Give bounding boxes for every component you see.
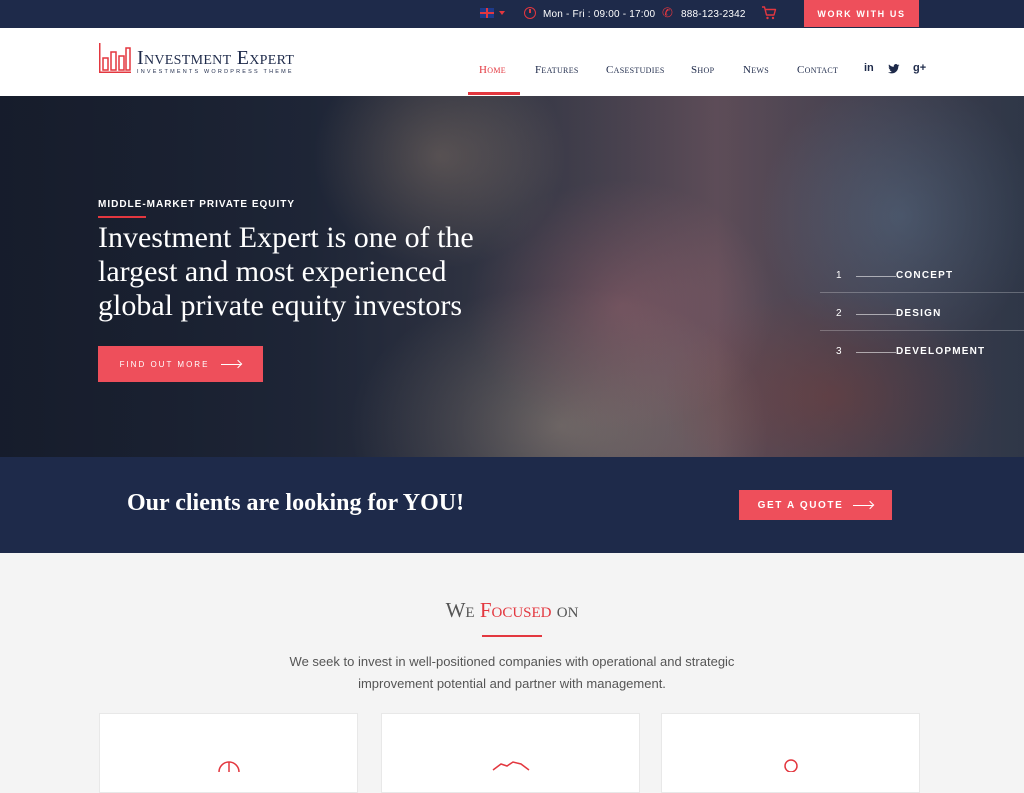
step-number: 3 <box>836 346 843 357</box>
uk-flag-icon[interactable] <box>480 8 494 18</box>
nav-active-indicator <box>468 92 520 95</box>
arrow-right-icon <box>853 504 874 506</box>
logo-subtitle: INVESTMENTS WORDPRESS THEME <box>137 69 294 75</box>
nav-casestudies[interactable]: Casestudies <box>606 64 665 76</box>
quote-bar-text: Our clients are looking for YOU! <box>127 490 465 516</box>
find-out-more-button[interactable]: FIND OUT MORE <box>98 346 263 382</box>
feature-card[interactable] <box>99 713 358 793</box>
cart-icon[interactable] <box>761 6 777 20</box>
title-accent: Focused <box>479 598 552 622</box>
google-plus-icon[interactable]: g+ <box>913 62 926 74</box>
section-divider <box>482 635 542 637</box>
kicker-divider <box>98 216 146 218</box>
clock-icon <box>524 7 536 19</box>
title-prefix: We <box>445 598 475 622</box>
find-out-more-label: FIND OUT MORE <box>119 359 210 369</box>
title-suffix: on <box>556 598 579 622</box>
section-title: We Focused on <box>0 598 1024 623</box>
step-label: DESIGN <box>896 308 942 319</box>
feature-card[interactable] <box>661 713 920 793</box>
work-with-us-button[interactable]: WORK WITH US <box>804 0 919 27</box>
linkedin-icon[interactable]: in <box>864 62 874 74</box>
step-line <box>856 314 896 315</box>
step-label: DEVELOPMENT <box>896 346 986 357</box>
nav-contact[interactable]: Contact <box>797 64 838 76</box>
step-divider <box>820 330 1024 331</box>
logo-title[interactable]: Investment Expert <box>137 47 294 70</box>
hero-headline: Investment Expert is one of the largest … <box>98 221 474 322</box>
logo-bars-icon[interactable] <box>98 42 132 74</box>
step-line <box>856 276 896 277</box>
feature-card[interactable] <box>381 713 640 793</box>
section-description: We seek to invest in well-positioned com… <box>289 654 735 691</box>
twitter-icon[interactable] <box>888 64 900 74</box>
step-label: CONCEPT <box>896 270 954 281</box>
site-header: Investment Expert INVESTMENTS WORDPRESS … <box>0 28 1024 96</box>
top-bar: Mon - Fri : 09:00 - 17:00 ✆ 888-123-2342… <box>0 0 1024 28</box>
step-divider <box>820 292 1024 293</box>
step-number: 1 <box>836 270 843 281</box>
nav-home[interactable]: Home <box>479 64 506 76</box>
arrow-right-icon <box>221 363 242 365</box>
chevron-down-icon[interactable] <box>499 11 505 15</box>
phone-icon: ✆ <box>662 5 673 20</box>
step-number: 2 <box>836 308 843 319</box>
get-a-quote-label: GET A QUOTE <box>757 499 844 511</box>
nav-shop[interactable]: Shop <box>691 64 714 76</box>
quote-bar: Our clients are looking for YOU! GET A Q… <box>0 457 1024 553</box>
hero-banner: MIDDLE-MARKET PRIVATE EQUITY Investment … <box>0 96 1024 457</box>
nav-features[interactable]: Features <box>535 64 579 76</box>
get-a-quote-button[interactable]: GET A QUOTE <box>739 490 892 520</box>
phone-number[interactable]: 888-123-2342 <box>681 0 746 28</box>
nav-news[interactable]: News <box>743 64 769 76</box>
hero-kicker: MIDDLE-MARKET PRIVATE EQUITY <box>98 199 296 210</box>
step-line <box>856 352 896 353</box>
business-hours: Mon - Fri : 09:00 - 17:00 <box>543 8 656 20</box>
